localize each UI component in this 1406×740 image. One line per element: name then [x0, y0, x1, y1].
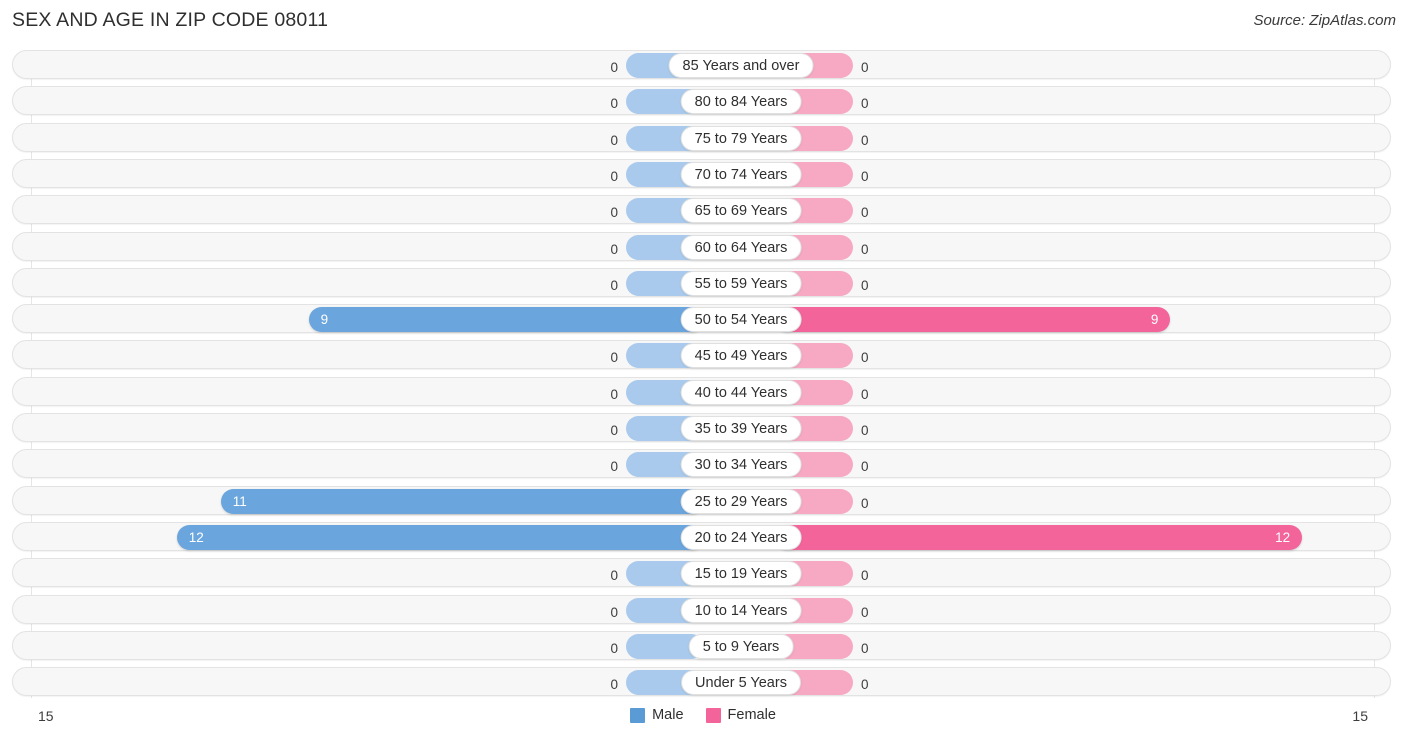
age-group-label: 25 to 29 Years [680, 488, 802, 514]
bar-value-female: 0 [861, 350, 869, 366]
bar-value-female: 0 [861, 568, 869, 584]
table-row: 0 0 45 to 49 Years [12, 340, 1391, 370]
age-group-label: 35 to 39 Years [680, 416, 802, 441]
bar-value-female: 0 [861, 386, 869, 402]
age-group-label: 75 to 79 Years [680, 125, 802, 151]
table-row: 0 0 75 to 79 Years [12, 122, 1391, 152]
bar-value-female: 9 [1150, 312, 1159, 328]
table-row: 9 9 50 to 54 Years [12, 304, 1391, 334]
table-row: 0 0 10 to 14 Years [12, 594, 1391, 624]
bar-male[interactable]: 11 [220, 488, 704, 514]
bar-value-male: 9 [320, 312, 329, 328]
bar-value-female: 0 [861, 495, 869, 511]
table-row: 12 12 20 to 24 Years [12, 521, 1391, 551]
table-row: 0 0 55 to 59 Years [12, 267, 1391, 297]
bar-value-male: 11 [232, 493, 247, 509]
bar-value-female: 0 [861, 677, 869, 693]
bar-value-male: 0 [610, 60, 618, 75]
bar-value-female: 0 [861, 423, 869, 438]
table-row: 0 0 70 to 74 Years [12, 158, 1391, 188]
bar-female[interactable]: 9 [775, 307, 1171, 333]
source-attribution: Source: ZipAtlas.com [1253, 12, 1396, 29]
bar-value-male: 0 [610, 604, 618, 620]
chart-footer: 15 15 Male Female [0, 701, 1406, 740]
table-row: 0 0 5 to 9 Years [12, 630, 1391, 660]
age-group-label: 80 to 84 Years [680, 89, 802, 115]
bar-value-male: 12 [188, 529, 204, 545]
bar-value-female: 0 [861, 241, 869, 257]
bar-value-male: 0 [610, 423, 618, 438]
bar-value-female: 0 [861, 168, 869, 184]
bar-value-female: 0 [861, 205, 869, 221]
table-row: 11 0 25 to 29 Years [12, 485, 1391, 515]
table-row: 0 0 80 to 84 Years [12, 86, 1391, 116]
age-group-label: 50 to 54 Years [680, 307, 802, 333]
age-group-label: 65 to 69 Years [680, 198, 802, 224]
age-group-label: 15 to 19 Years [680, 561, 802, 587]
bar-value-male: 0 [610, 132, 618, 148]
bar-value-female: 12 [1275, 529, 1291, 545]
bar-value-male: 0 [610, 350, 618, 366]
bar-value-male: 0 [610, 386, 618, 402]
legend-item-male[interactable]: Male [630, 707, 684, 723]
table-row: 0 0 30 to 34 Years [12, 449, 1391, 479]
bar-value-male: 0 [610, 241, 618, 257]
table-row: 0 0 15 to 19 Years [12, 558, 1391, 588]
bar-value-female: 0 [861, 96, 869, 112]
table-row: 0 0 85 Years and over [12, 50, 1391, 79]
age-group-label: 5 to 9 Years [688, 633, 794, 659]
age-group-label: 60 to 64 Years [680, 234, 802, 260]
bar-value-male: 0 [610, 568, 618, 584]
bar-value-male: 0 [610, 677, 618, 693]
bar-value-male: 0 [610, 168, 618, 184]
bar-value-female: 0 [861, 640, 869, 656]
legend-label-female: Female [727, 707, 776, 723]
age-group-label: 70 to 74 Years [680, 161, 802, 187]
table-row: 0 0 Under 5 Years [12, 667, 1391, 697]
bar-value-female: 0 [861, 604, 869, 620]
age-group-label: 30 to 34 Years [680, 452, 802, 478]
age-group-label: 85 Years and over [668, 53, 814, 78]
bar-female[interactable]: 12 [775, 524, 1303, 550]
bar-male[interactable]: 9 [308, 307, 704, 333]
legend-item-female[interactable]: Female [705, 707, 776, 723]
legend-swatch-male-icon [630, 707, 646, 723]
page-title: SEX AND AGE IN ZIP CODE 08011 [12, 9, 329, 31]
bar-value-male: 0 [610, 640, 618, 656]
age-group-label: 40 to 44 Years [680, 379, 802, 405]
legend-label-male: Male [652, 707, 684, 723]
chart-header: SEX AND AGE IN ZIP CODE 08011 Source: Zi… [0, 0, 1406, 46]
legend-swatch-female-icon [705, 707, 721, 723]
age-group-label: 20 to 24 Years [680, 524, 802, 550]
bar-value-male: 0 [610, 459, 618, 475]
bar-value-female: 0 [861, 132, 869, 148]
bar-value-female: 0 [861, 277, 869, 293]
age-group-label: 45 to 49 Years [680, 343, 802, 369]
table-row: 0 0 60 to 64 Years [12, 231, 1391, 261]
bar-value-female: 0 [861, 459, 869, 475]
bar-value-male: 0 [610, 96, 618, 112]
population-pyramid-plot: 0 0 85 Years and over 0 0 80 to 84 Years 0 0 75 … [0, 46, 1406, 701]
bar-male[interactable]: 12 [176, 524, 704, 550]
table-row: 0 0 40 to 44 Years [12, 376, 1391, 406]
table-row: 0 0 65 to 69 Years [12, 195, 1391, 225]
table-row: 0 0 35 to 39 Years [12, 413, 1391, 442]
bar-value-male: 0 [610, 277, 618, 293]
chart-legend: Male Female [0, 707, 1406, 723]
age-group-label: Under 5 Years [681, 670, 801, 696]
age-group-label: 55 to 59 Years [680, 270, 802, 296]
bar-value-female: 0 [861, 60, 869, 75]
age-group-label: 10 to 14 Years [680, 597, 802, 623]
bar-value-male: 0 [610, 205, 618, 221]
